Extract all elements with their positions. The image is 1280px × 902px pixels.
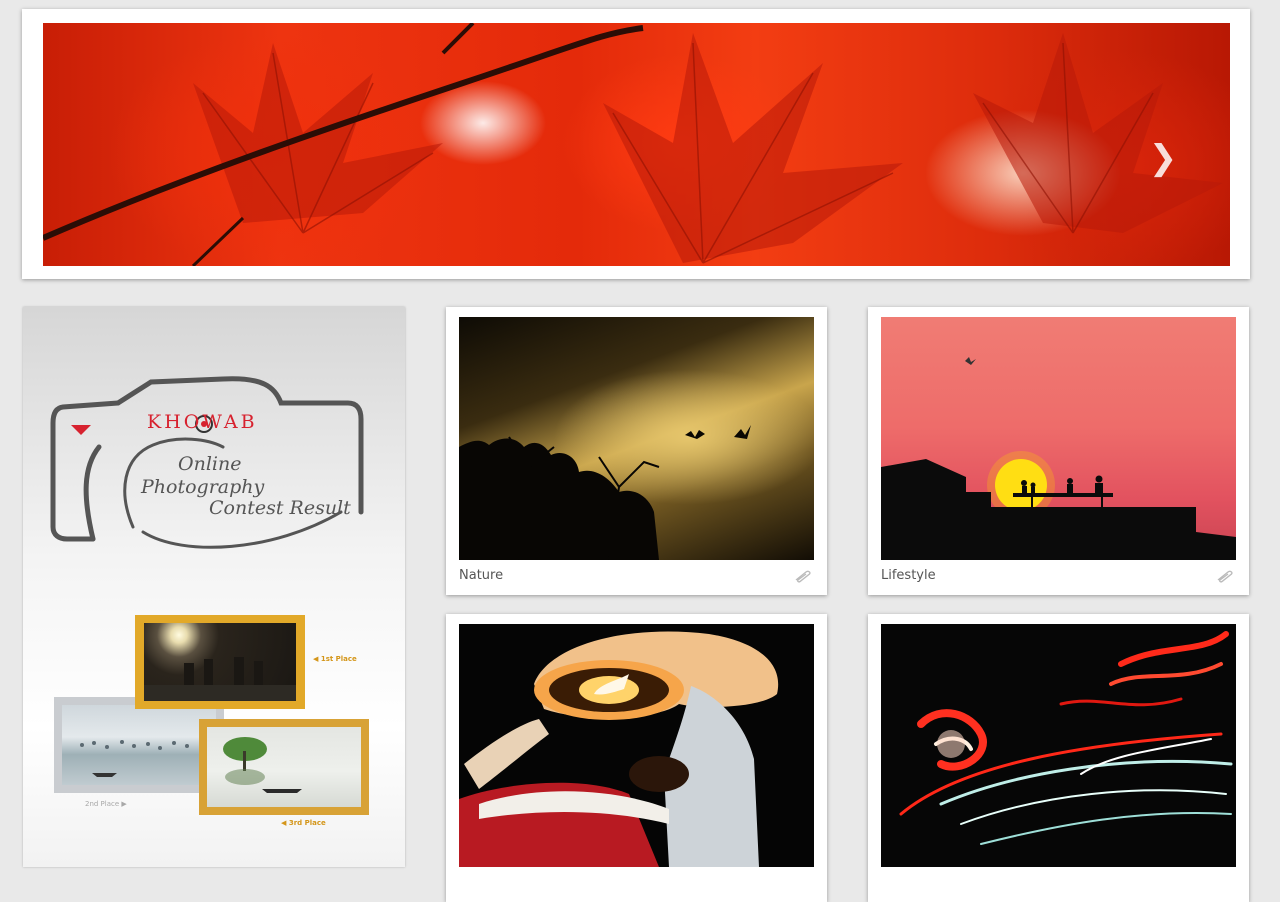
- contest-result-promo[interactable]: KHOWAB Online Photography Contest Result: [23, 307, 405, 867]
- promo-line-photography: Photography: [141, 476, 265, 498]
- banner-image: ❯: [43, 23, 1230, 266]
- promo-line-online: Online: [178, 453, 242, 475]
- gallery-tile-nature[interactable]: Nature: [446, 307, 827, 595]
- promo-line-contest-result: Contest Result: [209, 497, 351, 519]
- light-painting-photo[interactable]: [881, 624, 1236, 867]
- tile-category-label[interactable]: Lifestyle: [881, 568, 936, 583]
- tile-category-label[interactable]: Nature: [459, 568, 503, 583]
- gallery-tile-lifestyle[interactable]: Lifestyle: [868, 307, 1249, 595]
- banner-slider: ❯: [22, 9, 1250, 279]
- gallery-tile-sky-lantern[interactable]: [446, 614, 827, 902]
- paperclip-icon[interactable]: [793, 569, 813, 583]
- next-slide-button[interactable]: ❯: [1143, 138, 1183, 178]
- first-place-photo: [135, 615, 305, 709]
- first-place-label: ◀ 1st Place: [313, 655, 357, 663]
- paperclip-icon[interactable]: [1215, 569, 1235, 583]
- gallery-tile-light-painting[interactable]: [868, 614, 1249, 902]
- second-place-label: 2nd Place ▶: [85, 800, 127, 808]
- third-place-label: ◀ 3rd Place: [281, 819, 326, 827]
- brand-name: KHOWAB: [147, 411, 258, 433]
- nature-photo[interactable]: [459, 317, 814, 560]
- third-place-photo: [199, 719, 369, 815]
- chevron-right-icon[interactable]: ❯: [1149, 138, 1178, 178]
- lifestyle-photo[interactable]: [881, 317, 1236, 560]
- sky-lantern-photo[interactable]: [459, 624, 814, 867]
